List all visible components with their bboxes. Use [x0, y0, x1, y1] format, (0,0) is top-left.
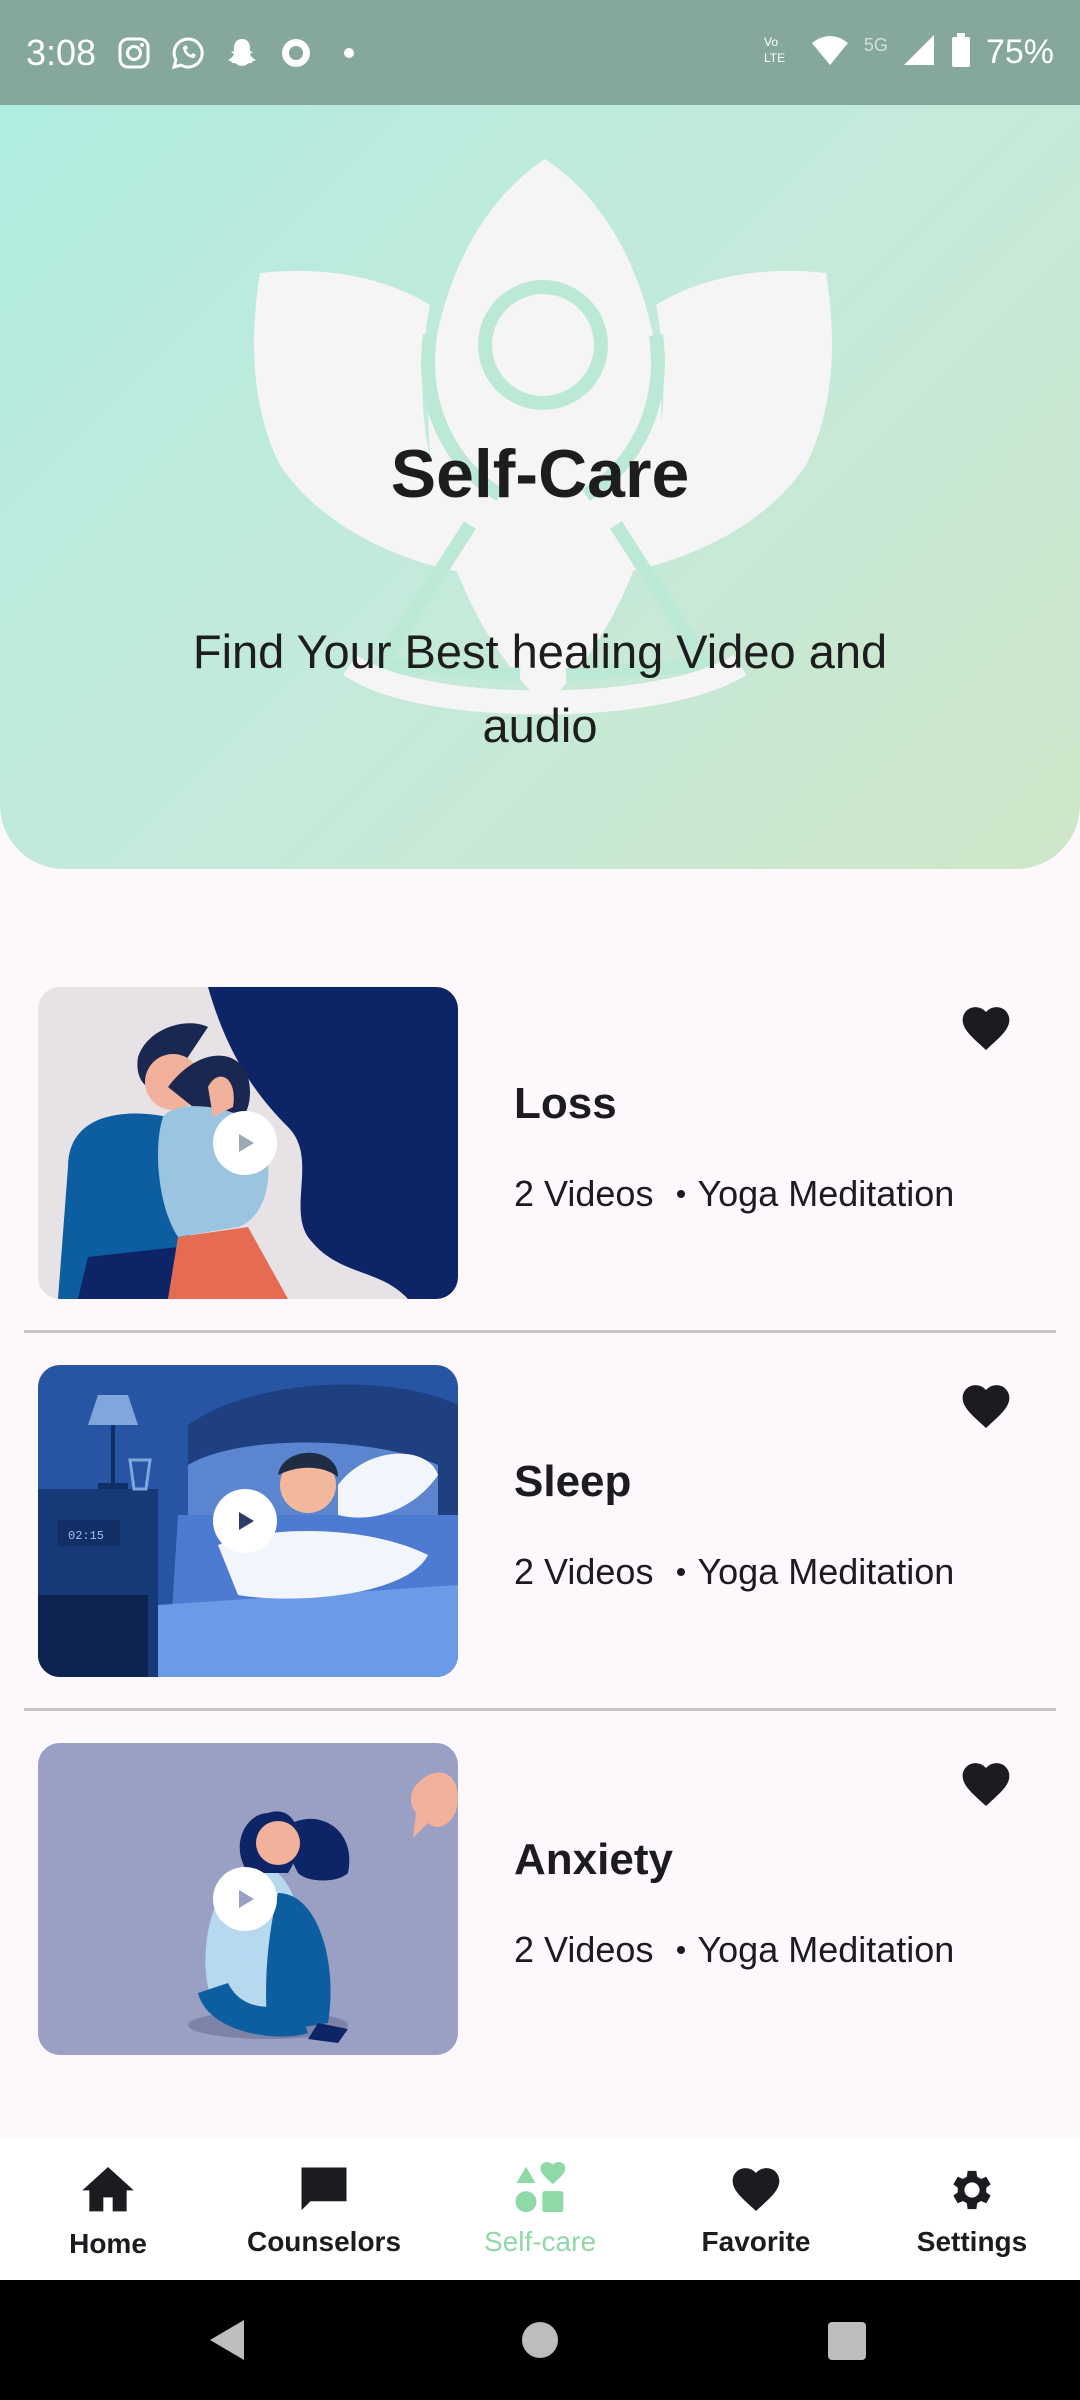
- list-item-loss[interactable]: Loss 2 Videos Yoga Meditation: [24, 987, 1056, 1317]
- separator-dot: [677, 1190, 686, 1198]
- heart-icon: [962, 1007, 1010, 1050]
- nav-favorite-label: Favorite: [701, 2226, 811, 2257]
- system-navigation-bar: [0, 2280, 1080, 2400]
- ring-icon: [276, 33, 316, 73]
- shapes-icon: [510, 2160, 570, 2220]
- list-item-sleep[interactable]: 02:15 Sleep 2 Videos Yoga Meditation: [24, 1365, 1056, 1695]
- item-category: Yoga Meditation: [697, 1173, 955, 1214]
- nav-home-label: Home: [69, 2228, 147, 2259]
- nav-favorite[interactable]: Favorite: [648, 2138, 864, 2280]
- nav-settings-label: Settings: [916, 2226, 1028, 2257]
- status-right: Vo LTE 5G 75%: [760, 32, 1054, 73]
- home-button-icon[interactable]: [522, 2322, 558, 2358]
- snapchat-icon: [222, 33, 262, 73]
- nav-settings[interactable]: Settings: [864, 2138, 1080, 2280]
- sleep-play-button[interactable]: [213, 1489, 277, 1553]
- nav-counselors[interactable]: Counselors: [216, 2138, 432, 2280]
- back-icon[interactable]: [206, 2318, 248, 2362]
- battery-icon: [950, 32, 972, 73]
- signal-icon: [902, 33, 936, 72]
- nav-counselors-label: Counselors: [246, 2226, 402, 2257]
- item-meta: 2 Videos Yoga Meditation: [514, 1551, 954, 1593]
- divider: [24, 1330, 1056, 1333]
- anxiety-thumbnail[interactable]: [38, 1743, 458, 2055]
- video-count: 2 Videos: [514, 1551, 654, 1592]
- whatsapp-icon: [168, 33, 208, 73]
- status-time: 3:08: [26, 31, 97, 73]
- item-title: Loss: [514, 1079, 617, 1128]
- network-type-label: 5G: [863, 35, 888, 55]
- nav-self-care-label: Self-care: [483, 2226, 597, 2257]
- item-category: Yoga Meditation: [697, 1929, 955, 1970]
- play-icon: [239, 1512, 254, 1530]
- loss-play-button[interactable]: [213, 1111, 277, 1175]
- favorite-button[interactable]: [958, 1001, 1014, 1057]
- sleep-thumbnail[interactable]: 02:15: [38, 1365, 458, 1677]
- heart-icon: [962, 1385, 1010, 1428]
- page-title: Self-Care: [390, 436, 690, 512]
- nav-home[interactable]: Home: [0, 2138, 216, 2280]
- item-meta: 2 Videos Yoga Meditation: [514, 1173, 954, 1215]
- volte-icon: Vo LTE: [760, 32, 796, 73]
- favorite-button[interactable]: [958, 1757, 1014, 1813]
- item-title: Sleep: [514, 1457, 632, 1506]
- divider: [24, 1708, 1056, 1711]
- svg-text:LTE: LTE: [764, 51, 785, 65]
- notification-dot-icon: [344, 47, 355, 58]
- item-meta: 2 Videos Yoga Meditation: [514, 1929, 954, 1971]
- anxiety-play-button[interactable]: [213, 1867, 277, 1931]
- svg-text:Vo: Vo: [764, 35, 778, 49]
- separator-dot: [677, 1568, 686, 1576]
- home-icon: [78, 2158, 138, 2218]
- video-count: 2 Videos: [514, 1173, 654, 1214]
- svg-text:02:15: 02:15: [68, 1529, 104, 1543]
- instagram-icon: [114, 33, 154, 73]
- hero-banner: Self-Care Find Your Best healing Video a…: [0, 105, 1080, 869]
- battery-percent: 75%: [985, 33, 1054, 71]
- heart-icon: [962, 1763, 1010, 1806]
- loss-thumbnail[interactable]: [38, 987, 458, 1299]
- recents-icon[interactable]: [828, 2322, 866, 2360]
- item-title: Anxiety: [514, 1835, 673, 1884]
- wifi-icon: [810, 33, 850, 72]
- item-category: Yoga Meditation: [697, 1551, 955, 1592]
- play-icon: [239, 1134, 254, 1152]
- play-icon: [239, 1890, 254, 1908]
- heart-icon: [726, 2160, 786, 2220]
- page-subtitle: Find Your Best healing Video and audio: [192, 625, 888, 752]
- video-count: 2 Videos: [514, 1929, 654, 1970]
- nav-self-care[interactable]: Self-care: [432, 2138, 648, 2280]
- separator-dot: [677, 1946, 686, 1954]
- status-bar: 3:08 Vo LTE 5G 75%: [0, 0, 1080, 105]
- chat-icon: [294, 2160, 354, 2220]
- list-item-anxiety[interactable]: Anxiety 2 Videos Yoga Meditation: [24, 1743, 1056, 2073]
- favorite-button[interactable]: [958, 1379, 1014, 1435]
- gear-icon: [942, 2160, 1002, 2220]
- bottom-navigation: Home Counselors Self-care Favorite Setti…: [0, 2138, 1080, 2280]
